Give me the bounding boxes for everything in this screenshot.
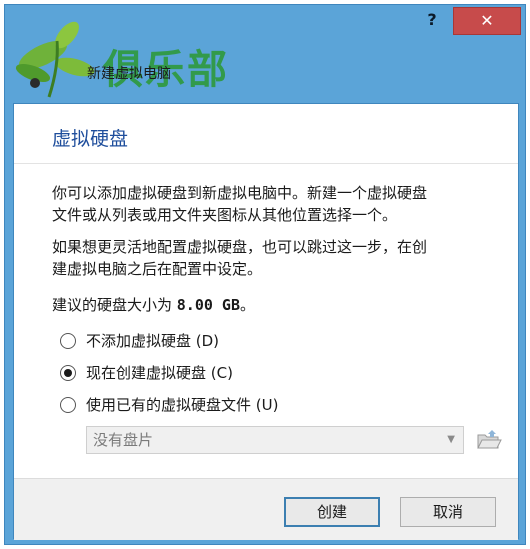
folder-open-icon[interactable] bbox=[474, 426, 502, 454]
title-bar[interactable]: 俱乐部 新建虚拟电脑 ? ✕ bbox=[5, 5, 525, 98]
radio-create-disk[interactable] bbox=[60, 364, 76, 381]
help-button[interactable]: ? bbox=[419, 9, 445, 31]
button-bar: 创建 取消 bbox=[14, 478, 518, 540]
option-existing-disk-label: 使用已有的虚拟硬盘文件 (U) bbox=[86, 396, 279, 414]
recommended-size-value: 8.00 GB bbox=[176, 296, 240, 314]
page-title: 虚拟硬盘 bbox=[52, 128, 129, 150]
recommended-size-text: 建议的硬盘大小为 8.00 GB。 bbox=[52, 294, 502, 316]
window-title: 新建虚拟电脑 bbox=[87, 66, 171, 82]
radio-existing-disk[interactable] bbox=[60, 396, 76, 413]
radio-no-disk[interactable] bbox=[60, 332, 76, 349]
hint-line-2: 建虚拟电脑之后在配置中设定。 bbox=[52, 260, 263, 278]
disk-file-select[interactable]: 没有盘片 ▼ bbox=[86, 426, 464, 454]
option-create-disk[interactable]: 现在创建虚拟硬盘 (C) bbox=[60, 362, 233, 383]
chevron-down-icon: ▼ bbox=[447, 434, 455, 445]
header-band: 虚拟硬盘 bbox=[14, 104, 518, 164]
option-no-disk[interactable]: 不添加虚拟硬盘 (D) bbox=[60, 330, 219, 351]
leaf-logo-icon bbox=[15, 21, 95, 98]
option-existing-disk[interactable]: 使用已有的虚拟硬盘文件 (U) bbox=[60, 394, 278, 415]
recommended-prefix: 建议的硬盘大小为 bbox=[52, 296, 177, 314]
dialog-window: 俱乐部 新建虚拟电脑 ? ✕ 虚拟硬盘 你可以添加虚拟硬盘到新虚拟电脑中。新建一… bbox=[4, 4, 526, 545]
hint-paragraph: 如果想更灵活地配置虚拟硬盘，也可以跳过这一步，在创 建虚拟电脑之后在配置中设定。 bbox=[52, 236, 502, 280]
cancel-button[interactable]: 取消 bbox=[400, 497, 496, 527]
close-button[interactable]: ✕ bbox=[453, 7, 521, 35]
description-line-1: 你可以添加虚拟硬盘到新虚拟电脑中。新建一个虚拟硬盘 bbox=[52, 184, 428, 202]
option-no-disk-label: 不添加虚拟硬盘 (D) bbox=[86, 332, 220, 350]
disk-file-select-value: 没有盘片 bbox=[93, 431, 154, 449]
recommended-suffix: 。 bbox=[240, 296, 256, 314]
hint-line-1: 如果想更灵活地配置虚拟硬盘，也可以跳过这一步，在创 bbox=[52, 238, 428, 256]
description-line-2: 文件或从列表或用文件夹图标从其他位置选择一个。 bbox=[52, 206, 398, 224]
description-paragraph: 你可以添加虚拟硬盘到新虚拟电脑中。新建一个虚拟硬盘 文件或从列表或用文件夹图标从… bbox=[52, 182, 502, 226]
dialog-content: 虚拟硬盘 你可以添加虚拟硬盘到新虚拟电脑中。新建一个虚拟硬盘 文件或从列表或用文… bbox=[13, 103, 519, 540]
create-button[interactable]: 创建 bbox=[284, 497, 380, 527]
option-create-disk-label: 现在创建虚拟硬盘 (C) bbox=[86, 364, 233, 382]
